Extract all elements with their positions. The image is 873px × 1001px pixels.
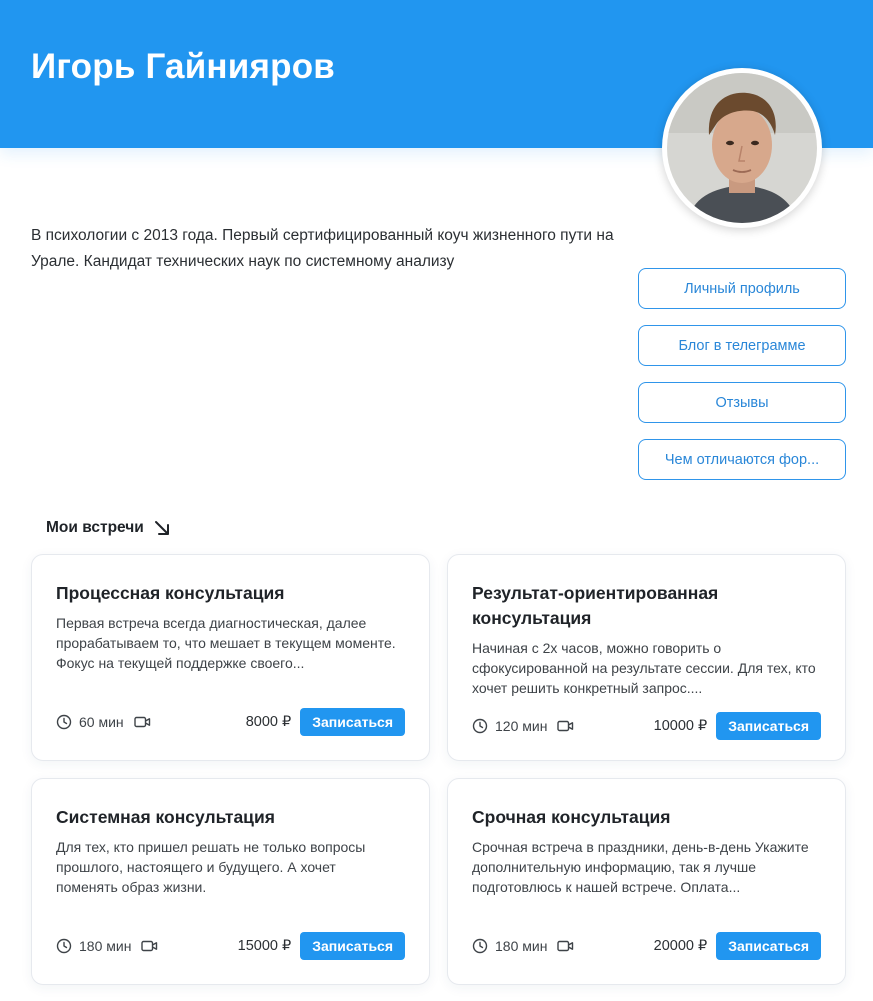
- meetings-section-title: Мои встречи: [46, 519, 171, 537]
- book-button[interactable]: Записаться: [716, 712, 821, 740]
- meeting-card[interactable]: Результат-ориентированная консультация Н…: [447, 554, 846, 761]
- meeting-title: Срочная консультация: [472, 807, 671, 827]
- book-button[interactable]: Записаться: [716, 932, 821, 960]
- meeting-description: Срочная встреча в праздники, день-в-день…: [472, 839, 809, 895]
- video-call-icon: [133, 716, 150, 728]
- meeting-card[interactable]: Процессная консультация Первая встреча в…: [31, 554, 430, 761]
- profile-links: Личный профиль Блог в телеграмме Отзывы …: [638, 268, 846, 496]
- meeting-title: Системная консультация: [56, 807, 275, 827]
- personal-profile-button[interactable]: Личный профиль: [638, 268, 846, 309]
- clock-icon: [472, 938, 488, 954]
- book-button[interactable]: Записаться: [300, 708, 405, 736]
- meeting-description: Первая встреча всегда диагностическая, д…: [56, 615, 396, 671]
- profile-bio: В психологии с 2013 года. Первый сертифи…: [31, 227, 614, 270]
- meeting-price: 10000 ₽: [653, 718, 708, 734]
- meetings-title-text: Мои встречи: [46, 519, 144, 536]
- meeting-footer: 180 мин 15000 ₽ Записаться: [56, 932, 405, 960]
- meeting-card[interactable]: Срочная консультация Срочная встреча в п…: [447, 778, 846, 985]
- meeting-price: 15000 ₽: [237, 938, 292, 954]
- meeting-duration: 60 мин: [79, 714, 124, 730]
- clock-icon: [56, 714, 72, 730]
- meeting-card[interactable]: Системная консультация Для тех, кто приш…: [31, 778, 430, 985]
- video-call-icon: [557, 720, 574, 732]
- meeting-description: Для тех, кто пришел решать не только воп…: [56, 839, 366, 895]
- meeting-footer: 120 мин 10000 ₽ Записаться: [472, 712, 821, 740]
- meeting-duration: 180 мин: [495, 938, 548, 954]
- video-call-icon: [141, 940, 158, 952]
- clock-icon: [472, 718, 488, 734]
- meeting-price: 8000 ₽: [245, 714, 292, 730]
- book-button[interactable]: Записаться: [300, 932, 405, 960]
- meeting-title: Процессная консультация: [56, 583, 285, 603]
- arrow-down-right-icon: [154, 521, 169, 535]
- telegram-blog-button[interactable]: Блог в телеграмме: [638, 325, 846, 366]
- meeting-title: Результат-ориентированная консультация: [472, 583, 719, 628]
- meeting-price: 20000 ₽: [653, 938, 708, 954]
- meeting-description: Начиная с 2х часов, можно говорить о сфо…: [472, 640, 816, 696]
- meeting-footer: 60 мин 8000 ₽ Записаться: [56, 708, 405, 736]
- video-call-icon: [557, 940, 574, 952]
- formats-difference-button[interactable]: Чем отличаются фор...: [638, 439, 846, 480]
- reviews-button[interactable]: Отзывы: [638, 382, 846, 423]
- meeting-duration: 120 мин: [495, 718, 548, 734]
- profile-name: Игорь Гайнияров: [31, 47, 335, 86]
- avatar: [662, 68, 822, 228]
- clock-icon: [56, 938, 72, 954]
- avatar-photo: [667, 73, 817, 223]
- meeting-footer: 180 мин 20000 ₽ Записаться: [472, 932, 821, 960]
- meeting-duration: 180 мин: [79, 938, 132, 954]
